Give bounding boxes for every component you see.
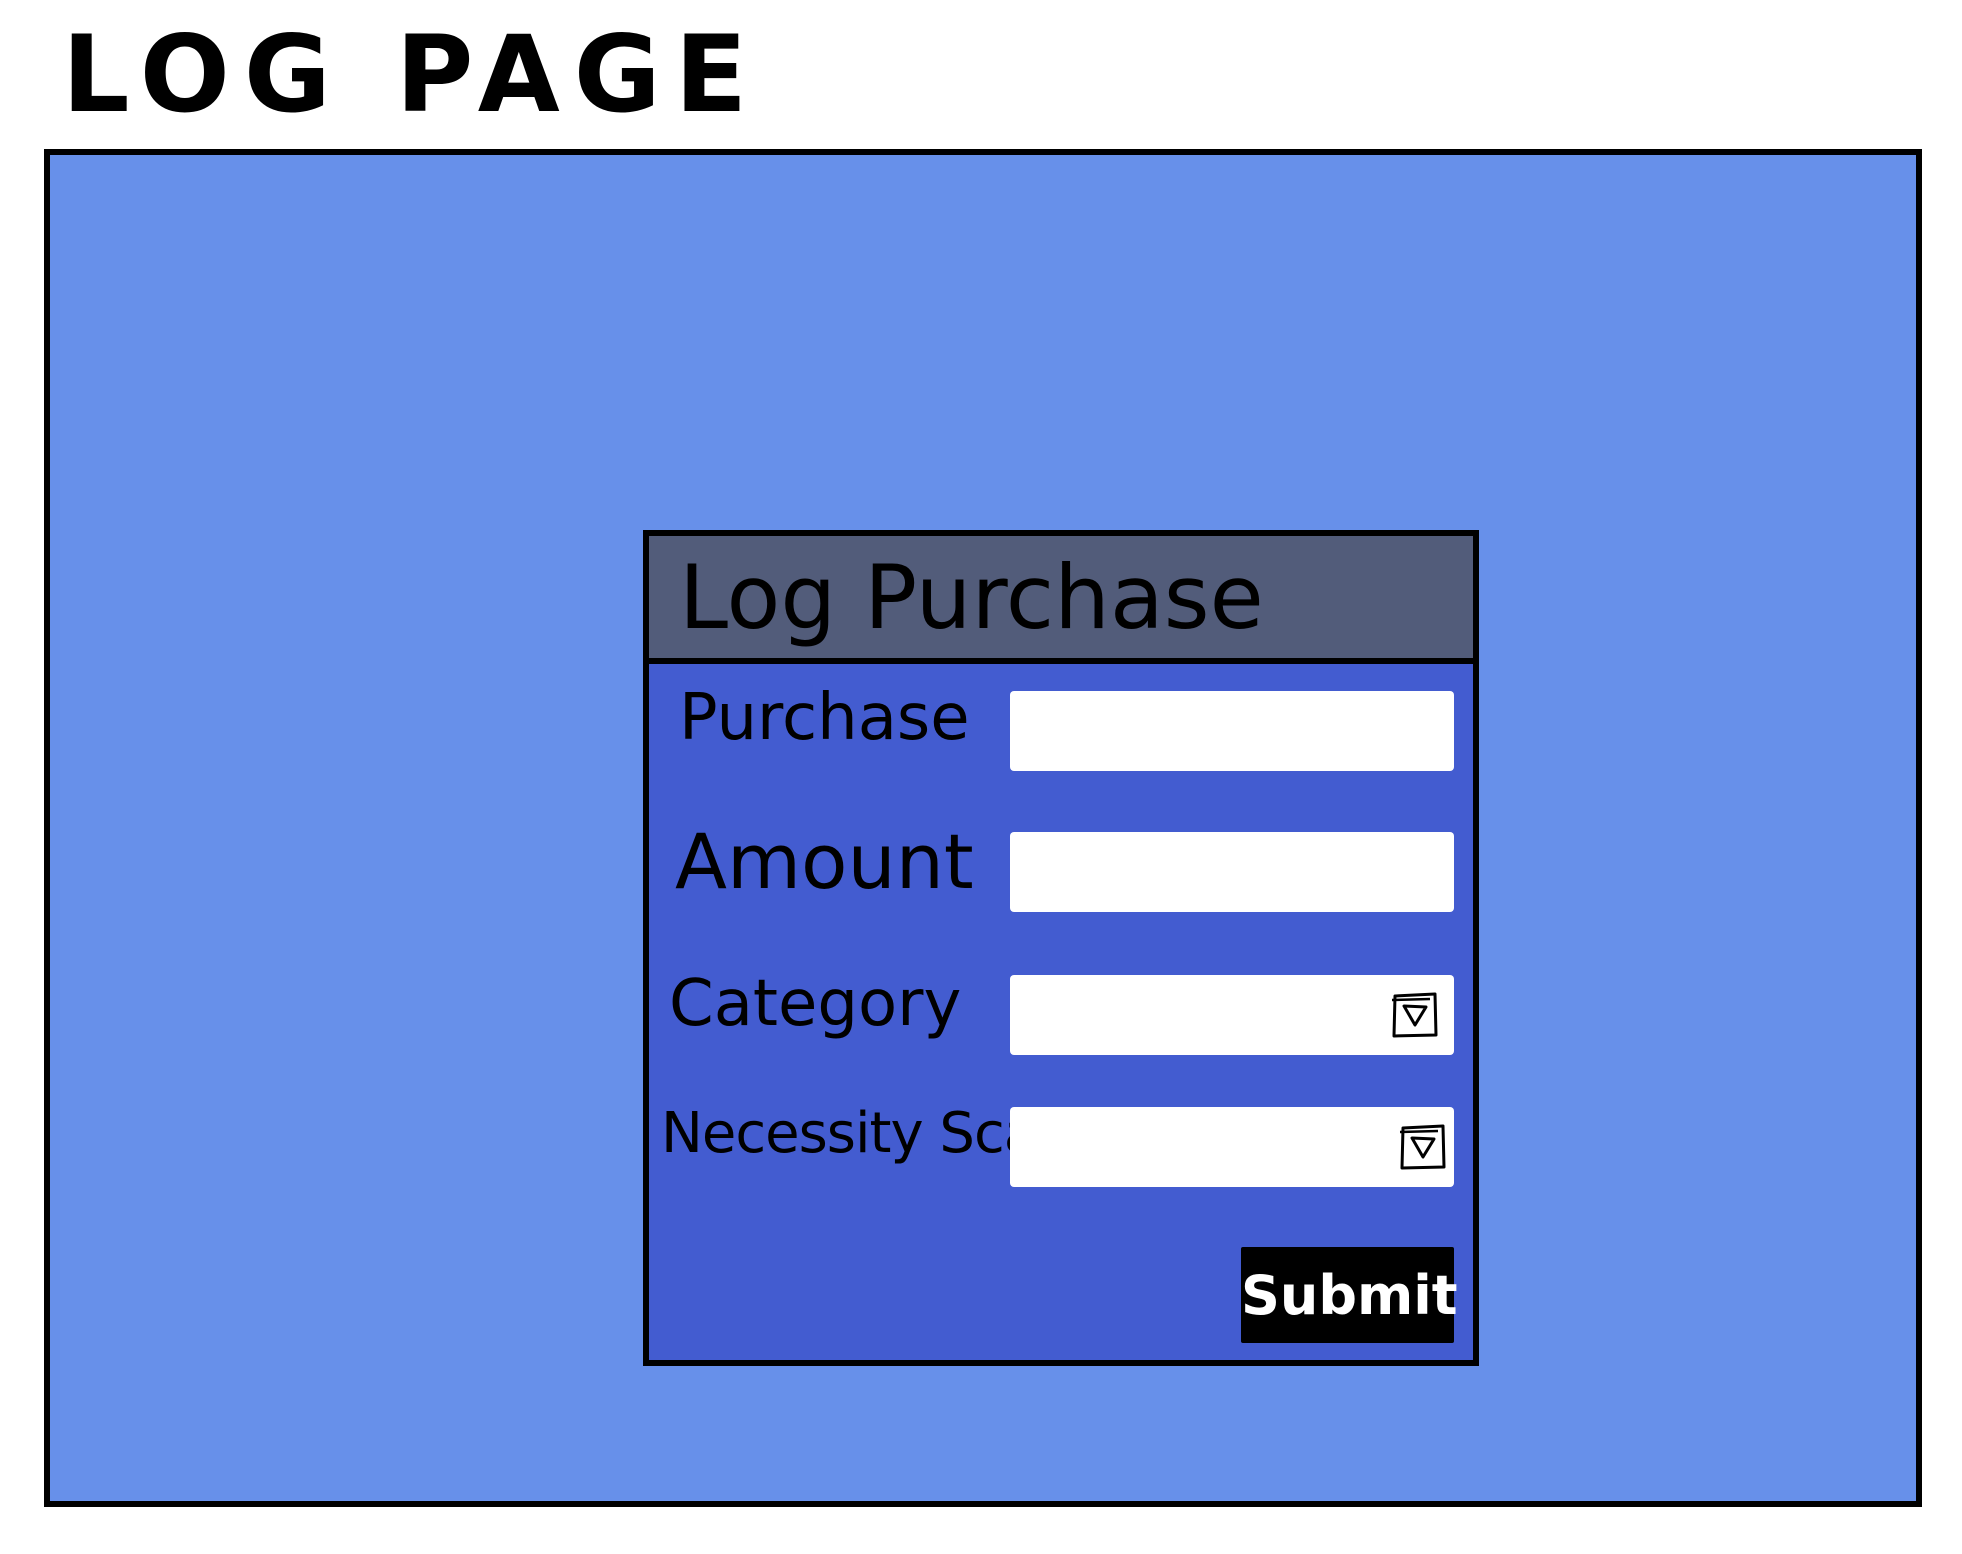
necessity-scale-select[interactable] <box>1010 1107 1454 1187</box>
amount-input[interactable] <box>1010 832 1454 912</box>
submit-button[interactable]: Submit <box>1241 1247 1458 1343</box>
purchase-input[interactable] <box>1010 691 1454 771</box>
log-purchase-dialog: Log Purchase Purchase Amount Category Ne… <box>643 530 1479 1366</box>
app-window: Log Purchase Purchase Amount Category Ne… <box>44 149 1922 1507</box>
amount-label: Amount <box>675 817 974 906</box>
chevron-down-icon[interactable] <box>1398 1123 1448 1171</box>
dialog-header: Log Purchase <box>649 536 1473 664</box>
category-label: Category <box>669 967 962 1041</box>
page-heading: LOG PAGE <box>62 13 762 136</box>
purchase-label: Purchase <box>679 681 970 755</box>
chevron-down-icon[interactable] <box>1390 991 1440 1039</box>
category-select[interactable] <box>1010 975 1454 1055</box>
dialog-title: Log Purchase <box>679 546 1264 649</box>
